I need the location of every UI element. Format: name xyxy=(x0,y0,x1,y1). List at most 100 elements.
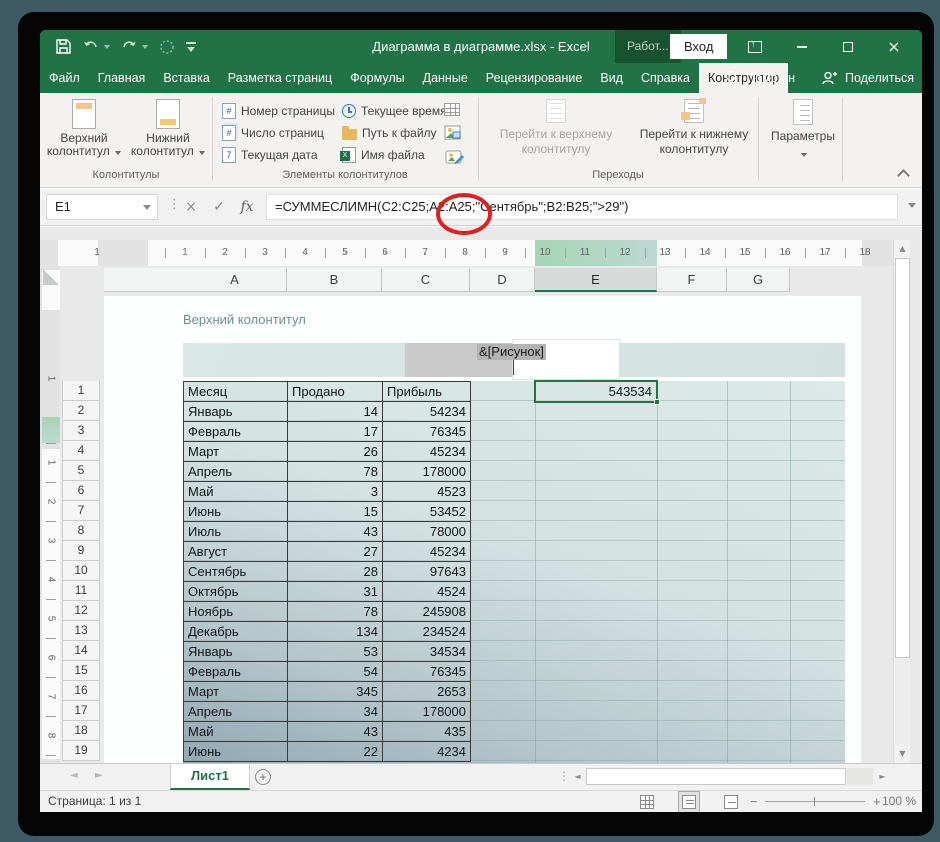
scroll-left-icon[interactable]: ◄ xyxy=(570,769,585,784)
footer-button[interactable]: Нижний колонтитул xyxy=(128,97,208,167)
table-row[interactable]: Май 3 4523 xyxy=(184,482,470,502)
row-header[interactable]: 12 xyxy=(62,601,100,621)
table-row[interactable]: Апрель 78 178000 xyxy=(184,462,470,482)
insert-function-button[interactable]: fx xyxy=(234,194,260,220)
sheet-nav-left-icon[interactable]: ◄ xyxy=(70,770,78,781)
cancel-formula-button[interactable]: × xyxy=(178,194,204,220)
assistant-lightbulb-icon[interactable] xyxy=(724,70,738,86)
table-row[interactable]: Май 43 435 xyxy=(184,722,470,742)
table-row[interactable]: Февраль 17 76345 xyxy=(184,422,470,442)
table-row[interactable]: Июнь 22 4234 xyxy=(184,742,470,762)
name-box-dropdown-icon[interactable] xyxy=(143,205,151,210)
zoom-in-button[interactable]: + xyxy=(873,791,881,812)
ribbon-tab[interactable]: Разметка страниц xyxy=(219,63,341,93)
row-header[interactable]: 15 xyxy=(62,661,100,681)
sheet-name-button[interactable] xyxy=(440,99,464,119)
table-row[interactable]: Сентябрь 28 97643 xyxy=(184,562,470,582)
picture-button[interactable] xyxy=(440,122,464,142)
scroll-right-icon[interactable]: ► xyxy=(875,769,890,784)
table-row[interactable]: Июнь 15 53452 xyxy=(184,502,470,522)
header-button[interactable]: Верхний колонтитул xyxy=(44,97,124,167)
sheet-tab-list1[interactable]: Лист1 xyxy=(170,764,250,790)
table-row[interactable]: Август 27 45234 xyxy=(184,542,470,562)
add-sheet-button[interactable]: + xyxy=(255,769,271,785)
page-break-view-button[interactable] xyxy=(724,795,738,809)
active-cell-E1[interactable]: 543534 xyxy=(534,380,658,403)
ribbon-tab[interactable]: Файл xyxy=(40,63,89,93)
ribbon-tab[interactable]: Формулы xyxy=(341,63,413,93)
horizontal-scrollbar[interactable]: ◄ ► xyxy=(570,767,892,786)
horizontal-scroll-track[interactable] xyxy=(847,768,873,785)
zoom-level[interactable]: 100 % xyxy=(882,791,916,812)
table-row[interactable]: Апрель 34 178000 xyxy=(184,702,470,722)
name-box[interactable]: E1 xyxy=(46,194,158,220)
column-header-E-selected[interactable]: E xyxy=(535,268,657,292)
options-button[interactable]: Параметры xyxy=(728,99,878,161)
format-picture-button[interactable] xyxy=(442,147,466,167)
scroll-down-icon[interactable]: ▼ xyxy=(895,746,910,762)
current-date-button[interactable]: 7Текущая дата xyxy=(222,145,318,165)
column-header-C[interactable]: C xyxy=(382,268,470,292)
data-table[interactable]: Месяц Продано Прибыль Январь 14 54234 xyxy=(183,381,471,762)
table-row[interactable]: Январь 53 34534 xyxy=(184,642,470,662)
sign-in-button[interactable]: Вход xyxy=(670,34,727,59)
row-header[interactable]: 10 xyxy=(62,561,100,581)
table-header-row[interactable]: Месяц Продано Прибыль xyxy=(184,382,470,402)
fill-handle[interactable] xyxy=(654,399,660,405)
share-label[interactable]: Поделиться xyxy=(845,71,914,85)
zoom-slider-thumb[interactable] xyxy=(814,797,815,806)
row-header[interactable]: 14 xyxy=(62,641,100,661)
expand-formula-bar-icon[interactable] xyxy=(908,203,916,208)
zoom-slider[interactable] xyxy=(765,801,865,802)
vertical-scroll-thumb[interactable] xyxy=(895,258,910,658)
row-header[interactable]: 2 xyxy=(62,401,100,421)
enter-formula-button[interactable]: ✓ xyxy=(206,194,232,220)
row-header[interactable]: 3 xyxy=(62,421,100,441)
table-row[interactable]: Декабрь 134 234524 xyxy=(184,622,470,642)
zoom-out-button[interactable]: − xyxy=(750,791,758,812)
page-number-button[interactable]: #Номер страницы xyxy=(222,101,335,121)
row-header[interactable]: 17 xyxy=(62,701,100,721)
share-person-icon[interactable] xyxy=(821,71,837,85)
row-header[interactable]: 13 xyxy=(62,621,100,641)
table-row[interactable]: Июль 43 78000 xyxy=(184,522,470,542)
normal-view-button[interactable] xyxy=(640,795,654,809)
row-header[interactable]: 7 xyxy=(62,501,100,521)
row-header[interactable]: 5 xyxy=(62,461,100,481)
file-path-button[interactable]: Путь к файлу xyxy=(342,123,437,143)
sheet-nav-right-icon[interactable]: ► xyxy=(95,770,103,781)
page-count-button[interactable]: #Число страниц xyxy=(222,123,324,143)
ribbon-tab[interactable]: Вид xyxy=(591,63,632,93)
ribbon-tab[interactable]: Рецензирование xyxy=(477,63,592,93)
ribbon-tab[interactable]: Вставка xyxy=(154,63,218,93)
scroll-up-icon[interactable]: ▲ xyxy=(895,241,910,257)
column-header-D[interactable]: D xyxy=(470,268,535,292)
column-header-G[interactable]: G xyxy=(727,268,790,292)
table-row[interactable]: Февраль 54 76345 xyxy=(184,662,470,682)
table-row[interactable]: Январь 14 54234 xyxy=(184,402,470,422)
row-header[interactable]: 18 xyxy=(62,721,100,741)
row-header[interactable]: 19 xyxy=(62,741,100,761)
vertical-scrollbar[interactable]: ▲ ▼ xyxy=(893,240,910,763)
maximize-button[interactable] xyxy=(838,30,858,63)
table-row[interactable]: Март 345 2653 xyxy=(184,682,470,702)
horizontal-scroll-thumb[interactable] xyxy=(586,768,846,785)
close-button[interactable]: × xyxy=(884,30,904,63)
formula-input[interactable]: =СУММЕСЛИМН(C2:C25;A2:A25;"Сентябрь";B2:… xyxy=(266,194,898,220)
column-header-B[interactable]: B xyxy=(287,268,382,292)
vertical-scroll-track[interactable] xyxy=(895,658,910,744)
collapse-ribbon-icon[interactable] xyxy=(897,169,910,182)
page-layout-view-button[interactable] xyxy=(682,795,696,809)
table-row[interactable]: Октябрь 31 4524 xyxy=(184,582,470,602)
header-field-code[interactable]: &[Рисунок] xyxy=(477,344,546,360)
current-time-button[interactable]: Текущее время xyxy=(342,101,447,121)
tabbar-splitter[interactable]: ⋮ xyxy=(558,769,570,783)
row-header[interactable]: 8 xyxy=(62,521,100,541)
row-header[interactable]: 6 xyxy=(62,481,100,501)
table-row[interactable]: Март 26 45234 xyxy=(184,442,470,462)
row-header[interactable]: 4 xyxy=(62,441,100,461)
row-header[interactable]: 16 xyxy=(62,681,100,701)
column-header-A[interactable]: A xyxy=(183,268,287,292)
column-header-F[interactable]: F xyxy=(657,268,727,292)
row-header[interactable]: 11 xyxy=(62,581,100,601)
